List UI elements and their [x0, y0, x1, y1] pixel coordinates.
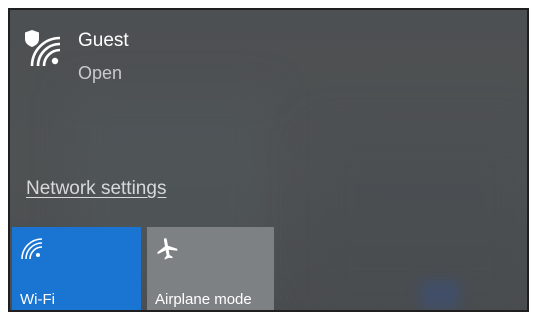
wifi-toggle-tile[interactable]: Wi-Fi	[12, 227, 141, 310]
airplane-icon	[157, 238, 178, 260]
background-blur	[310, 130, 527, 300]
background-blur	[420, 280, 460, 310]
airplane-tile-label: Airplane mode	[155, 291, 252, 308]
wifi-icon	[21, 238, 43, 260]
screenshot-frame: Guest Open Network settings Wi-Fi Airpla…	[0, 0, 535, 315]
wifi-secured-icon	[25, 30, 61, 67]
wifi-tile-label: Wi-Fi	[20, 291, 55, 308]
network-status: Open	[78, 63, 123, 83]
airplane-mode-tile[interactable]: Airplane mode	[147, 227, 274, 310]
network-flyout: Guest Open Network settings Wi-Fi Airpla…	[8, 8, 529, 312]
network-settings-link[interactable]: Network settings	[26, 178, 166, 200]
network-item-guest[interactable]: Guest Open	[22, 24, 242, 94]
network-name: Guest	[78, 30, 129, 51]
